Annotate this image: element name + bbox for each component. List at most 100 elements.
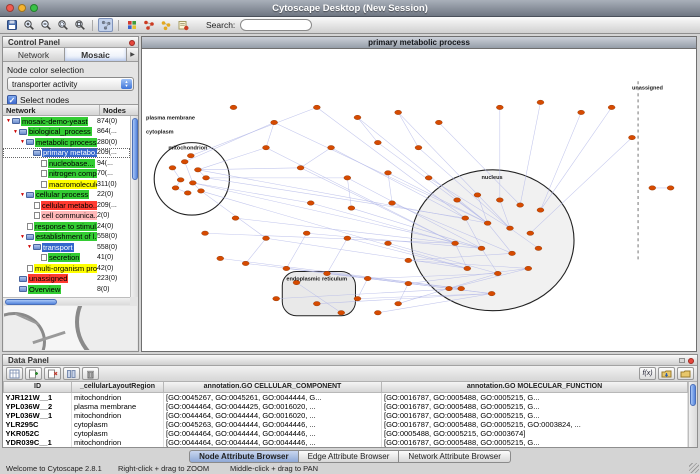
network-node[interactable] (488, 291, 495, 295)
table-cell[interactable]: [GO:0016787, GO:0005488, GO:0005215, G..… (382, 411, 688, 420)
network-node[interactable] (273, 296, 280, 300)
network-node[interactable] (535, 246, 542, 250)
tree-vertical-scrollbar[interactable] (130, 116, 138, 297)
network-node[interactable] (537, 208, 544, 212)
scrollbar-thumb[interactable] (5, 299, 57, 305)
column-header[interactable]: annotation.GO MOLECULAR_FUNCTION (382, 382, 688, 392)
network-node[interactable] (484, 221, 491, 225)
tree-item-transport[interactable]: ▼transport558(0) (3, 242, 130, 253)
color-attribute-dropdown[interactable]: transporter activity ▲▼ (7, 77, 134, 91)
table-cell[interactable]: [GO:0044464, GO:0044444, GO:0044446, ... (164, 429, 382, 438)
tree-item-response-to-stimul[interactable]: response to stimul...24(0) (3, 221, 130, 232)
column-header[interactable]: _cellularLayoutRegion (72, 382, 164, 392)
tab-network-attribute-browser[interactable]: Network Attribute Browser (399, 450, 510, 463)
column-header[interactable]: ID (4, 382, 72, 392)
tree-item-cellular-process[interactable]: ▼cellular process22(0) (3, 190, 130, 201)
network-node[interactable] (385, 171, 392, 175)
table-cell[interactable]: YLR295C (4, 420, 72, 429)
create-network-button[interactable] (141, 18, 156, 32)
network-node[interactable] (313, 301, 320, 305)
resize-grip[interactable] (689, 463, 699, 473)
nodes-column-header[interactable]: Nodes (100, 105, 138, 115)
create-attribute-button[interactable] (25, 367, 42, 380)
table-cell[interactable]: YKR052C (4, 429, 72, 438)
tree-item-establishment-of-l[interactable]: ▼establishment of l...558(0) (3, 232, 130, 243)
table-cell[interactable]: [GO:0044464, GO:0044444, GO:0044446, ... (164, 438, 382, 447)
network-node[interactable] (496, 105, 503, 109)
table-cell[interactable]: mitochondrion (72, 438, 164, 447)
network-node[interactable] (415, 145, 422, 149)
tree-item-unassigned[interactable]: unassigned223(0) (3, 274, 130, 285)
vizmapper-button[interactable] (124, 18, 139, 32)
annotation-button[interactable] (175, 18, 190, 32)
column-header[interactable]: annotation.GO CELLULAR_COMPONENT (164, 382, 382, 392)
title-bar[interactable]: Cytoscape Desktop (New Session) (0, 0, 700, 17)
tree-expand-arrow-icon[interactable]: ▼ (12, 129, 19, 135)
network-node[interactable] (496, 198, 503, 202)
network-node[interactable] (271, 120, 278, 124)
network-node[interactable] (507, 226, 514, 230)
tree-item-cellular-metabo[interactable]: cellular metabo...209(... (3, 200, 130, 211)
network-node[interactable] (385, 241, 392, 245)
table-cell[interactable]: YJR121W__1 (4, 392, 72, 402)
tree-expand-arrow-icon[interactable]: ▼ (19, 192, 26, 198)
table-cell[interactable]: [GO:0016787, GO:0005488, GO:0005215, G..… (382, 438, 688, 447)
table-cell[interactable]: [GO:0005488, GO:0005215, GO:0003674] (382, 429, 688, 438)
show-graphics-details-button[interactable] (98, 18, 113, 32)
table-cell[interactable]: plasma membrane (72, 402, 164, 411)
network-node[interactable] (217, 256, 224, 260)
network-node[interactable] (324, 271, 331, 275)
network-node[interactable] (537, 100, 544, 104)
network-node[interactable] (297, 166, 304, 170)
tree-item-cell-communica[interactable]: cell communica...2(0) (3, 211, 130, 222)
network-node[interactable] (198, 189, 205, 193)
network-node[interactable] (629, 135, 636, 139)
birdseye-view[interactable] (4, 306, 137, 350)
table-cell[interactable]: [GO:0016787, GO:0005488, GO:0005215, GO:… (382, 420, 688, 429)
network-node[interactable] (202, 231, 209, 235)
tree-expand-arrow-icon[interactable]: ▼ (19, 234, 26, 240)
network-node[interactable] (263, 236, 270, 240)
network-node[interactable] (263, 145, 270, 149)
network-node[interactable] (517, 203, 524, 207)
tree-item-primary-metabo[interactable]: primary metabo...209(... (3, 148, 130, 159)
network-node[interactable] (435, 120, 442, 124)
table-cell[interactable]: [GO:0016787, GO:0005488, GO:0005215, G..… (382, 392, 688, 402)
network-node[interactable] (184, 191, 191, 195)
table-cell[interactable]: YPL036W__2 (4, 402, 72, 411)
tree-item-overview[interactable]: Overview8(0) (3, 284, 130, 295)
network-node[interactable] (464, 266, 471, 270)
equation-builder-button[interactable]: f(x) (639, 367, 656, 380)
table-cell[interactable]: YPL036W__1 (4, 411, 72, 420)
table-cell[interactable]: mitochondrion (72, 392, 164, 402)
delete-attribute-button[interactable] (44, 367, 61, 380)
import-attributes-button[interactable] (658, 367, 675, 380)
network-node[interactable] (338, 311, 345, 315)
network-canvas[interactable]: plasma membrane cytoplasm mitochondrion … (142, 49, 696, 351)
network-node[interactable] (452, 241, 459, 245)
minimize-window-button[interactable] (18, 4, 26, 12)
network-node[interactable] (307, 201, 314, 205)
network-node[interactable] (354, 115, 361, 119)
network-node[interactable] (303, 231, 310, 235)
tab-node-attribute-browser[interactable]: Node Attribute Browser (189, 450, 299, 463)
network-node[interactable] (494, 271, 501, 275)
table-row[interactable]: YPL036W__1mitochondrion[GO:0044464, GO:0… (4, 411, 688, 420)
network-node[interactable] (462, 216, 469, 220)
network-node[interactable] (344, 236, 351, 240)
network-node[interactable] (608, 105, 615, 109)
network-node[interactable] (405, 258, 412, 262)
tree-expand-arrow-icon[interactable]: ▼ (5, 118, 12, 124)
zoom-out-button[interactable] (38, 18, 53, 32)
tree-item-mosaic-demo-yeast[interactable]: ▼mosaic-demo-yeast874(0) (3, 116, 130, 127)
network-node[interactable] (328, 145, 335, 149)
network-node[interactable] (578, 110, 585, 114)
network-node[interactable] (395, 301, 402, 305)
zoom-fit-button[interactable] (72, 18, 87, 32)
network-node[interactable] (348, 206, 355, 210)
search-input[interactable] (240, 19, 312, 31)
network-node[interactable] (454, 198, 461, 202)
network-node[interactable] (374, 140, 381, 144)
zoom-in-button[interactable] (21, 18, 36, 32)
tree-item-biological-process[interactable]: ▼biological_process864(... (3, 127, 130, 138)
